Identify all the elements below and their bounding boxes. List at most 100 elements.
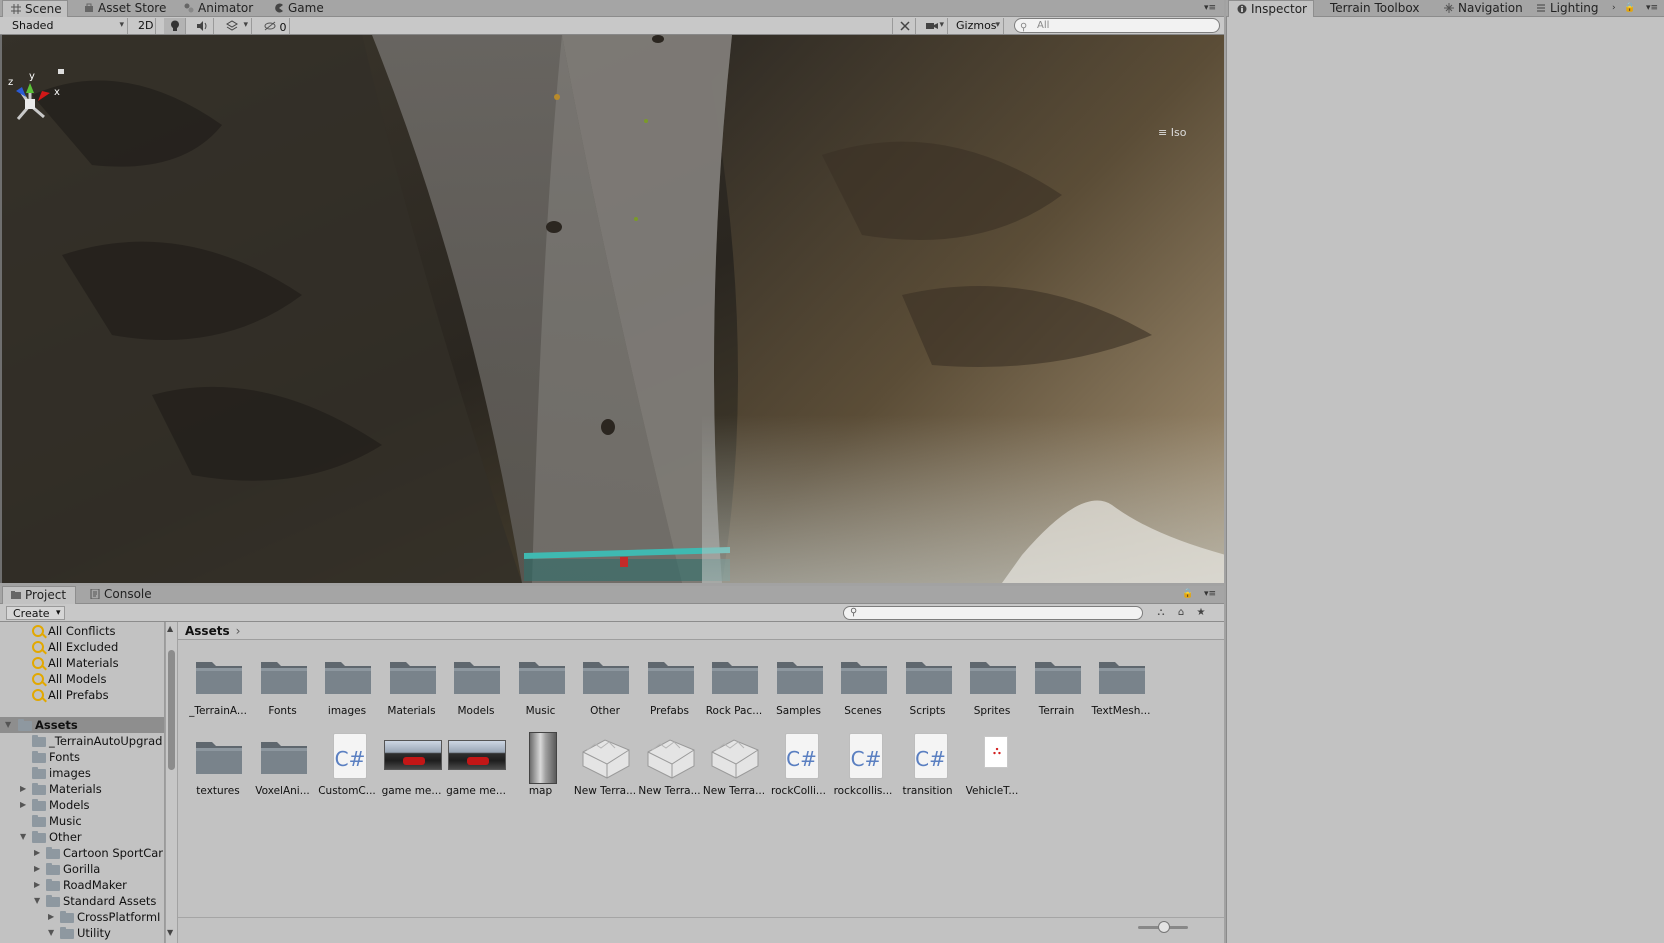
panel-menu-icon[interactable]: ▾≡ [1204,3,1218,13]
tree-favorite[interactable]: All Excluded [0,639,164,655]
lighting-toggle[interactable] [164,18,186,34]
asset-folder[interactable]: Scenes [829,650,897,730]
tab-project[interactable]: Project [2,586,76,604]
effects-dropdown[interactable] [220,18,252,34]
audio-toggle[interactable] [190,18,214,34]
asset-script[interactable]: C# transition [894,730,962,810]
tree-item[interactable]: ▼ Standard Assets [0,893,164,909]
asset-folder[interactable]: Rock Pac... [700,650,768,730]
gizmos-dropdown[interactable]: Gizmos [950,18,1004,34]
create-dropdown[interactable]: Create [6,606,65,620]
asset-image[interactable]: map [507,730,575,810]
scroll-down-icon[interactable]: ▼ [167,928,173,937]
tree-item[interactable]: ▶ Models [0,797,164,813]
orientation-gizmo[interactable]: y x z [2,35,72,155]
asset-script[interactable]: C# rockcollis... [829,730,897,810]
tree-favorite[interactable]: All Conflicts [0,623,164,639]
lock-icon[interactable]: 🔒 [1624,3,1638,13]
tree-item[interactable]: Music [0,813,164,829]
tree-item[interactable]: ▼ Other [0,829,164,845]
search-by-type-icon[interactable]: ⛬ [1152,606,1170,620]
asset-folder[interactable]: images [313,650,381,730]
asset-folder[interactable]: VoxelAni... [249,730,317,810]
tree-item[interactable]: _TerrainAutoUpgrad [0,733,164,749]
tree-root-assets[interactable]: ▼ Assets [0,717,164,733]
favorite-star-icon[interactable]: ★ [1192,606,1210,620]
hidden-objects-toggle[interactable]: 0 [258,18,290,34]
asset-terrain[interactable]: New Terra... [571,730,639,810]
tab-inspector[interactable]: Inspector [1228,0,1314,18]
gizmo-y-axis[interactable] [26,83,34,93]
scroll-up-icon[interactable]: ▲ [167,624,173,633]
asset-document[interactable]: ⛬ VehicleT... [958,730,1026,810]
collapse-arrow-icon[interactable]: ▼ [20,829,30,845]
projection-toggle[interactable]: ≡ Iso [1158,126,1186,139]
tree-item[interactable]: ▶ Cartoon SportCar [0,845,164,861]
asset-image[interactable]: game me... [378,730,446,810]
camera-dropdown[interactable] [920,18,948,34]
collapse-arrow-icon[interactable]: ▼ [48,925,58,941]
expand-arrow-icon[interactable]: ▶ [20,781,30,797]
asset-terrain[interactable]: New Terra... [636,730,704,810]
tab-console[interactable]: Console [82,586,158,603]
asset-folder[interactable]: Terrain [1023,650,1091,730]
search-by-label-icon[interactable]: ⌂ [1172,606,1190,620]
asset-folder[interactable]: Fonts [249,650,317,730]
scene-viewport[interactable]: y x z ≡ Iso [0,35,1224,583]
tab-asset-store[interactable]: Asset Store [76,0,172,17]
icon-size-slider-knob[interactable] [1158,921,1170,933]
asset-folder[interactable]: Models [442,650,510,730]
expand-arrow-icon[interactable]: ▼ [5,717,15,733]
tab-lighting[interactable]: Lighting [1528,0,1605,17]
expand-arrow-icon[interactable]: ▶ [34,845,44,861]
asset-folder[interactable]: Music [507,650,575,730]
tree-item[interactable]: images [0,765,164,781]
inspector-menu-icon[interactable]: ▾≡ [1646,3,1660,13]
shading-mode-dropdown[interactable]: Shaded [6,18,128,34]
asset-folder[interactable]: textures [184,730,252,810]
expand-arrow-icon[interactable]: ▶ [48,909,58,925]
scene-tools-button[interactable] [892,18,916,34]
asset-folder[interactable]: Samples [765,650,833,730]
scrollbar-thumb[interactable] [168,650,175,770]
tree-favorite[interactable]: All Prefabs [0,687,164,703]
tab-game[interactable]: Game [266,0,330,17]
tab-animator[interactable]: Animator [176,0,259,17]
tree-item[interactable]: ▶ Materials [0,781,164,797]
tab-navigation[interactable]: Navigation [1436,0,1529,17]
collapse-arrow-icon[interactable]: ▼ [34,893,44,909]
tree-favorite[interactable]: All Models [0,671,164,687]
scene-search-input[interactable]: ⚲ All [1014,18,1220,33]
expand-arrow-icon[interactable]: ▶ [34,877,44,893]
breadcrumb-assets[interactable]: Assets [185,624,230,638]
asset-folder[interactable]: Scripts [894,650,962,730]
tree-item[interactable]: ▶ CrossPlatformI [0,909,164,925]
tree-scrollbar[interactable]: ▲ ▼ [165,622,177,943]
asset-folder[interactable]: Sprites [958,650,1026,730]
toggle-2d-button[interactable]: 2D [132,18,156,34]
expand-arrow-icon[interactable]: ▶ [20,797,30,813]
project-search-input[interactable]: ⚲ [843,606,1143,620]
tree-item[interactable]: ▶ RoadMaker [0,877,164,893]
expand-arrow-icon[interactable]: ▶ [34,861,44,877]
asset-folder[interactable]: _TerrainA... [184,650,252,730]
tree-item[interactable]: ▶ Gorilla [0,861,164,877]
tab-scene[interactable]: Scene [2,0,68,18]
gizmo-lock-icon[interactable] [58,69,64,74]
tab-terrain-toolbox[interactable]: Terrain Toolbox [1324,0,1425,17]
asset-terrain[interactable]: New Terra... [700,730,768,810]
asset-image[interactable]: game me... [442,730,510,810]
gizmo-x-axis[interactable] [38,91,50,101]
asset-folder[interactable]: Materials [378,650,446,730]
asset-folder[interactable]: Prefabs [636,650,704,730]
tree-item[interactable]: ▼ Utility [0,925,164,941]
asset-script[interactable]: C# rockColli... [765,730,833,810]
tree-favorite[interactable]: All Materials [0,655,164,671]
asset-folder[interactable]: Other [571,650,639,730]
asset-script[interactable]: C# CustomC... [313,730,381,810]
asset-folder[interactable]: TextMesh... [1087,650,1155,730]
gizmo-z-axis[interactable] [16,87,26,97]
project-lock-icon[interactable]: 🔒 [1182,589,1196,599]
tree-item[interactable]: Fonts [0,749,164,765]
project-menu-icon[interactable]: ▾≡ [1204,589,1218,599]
